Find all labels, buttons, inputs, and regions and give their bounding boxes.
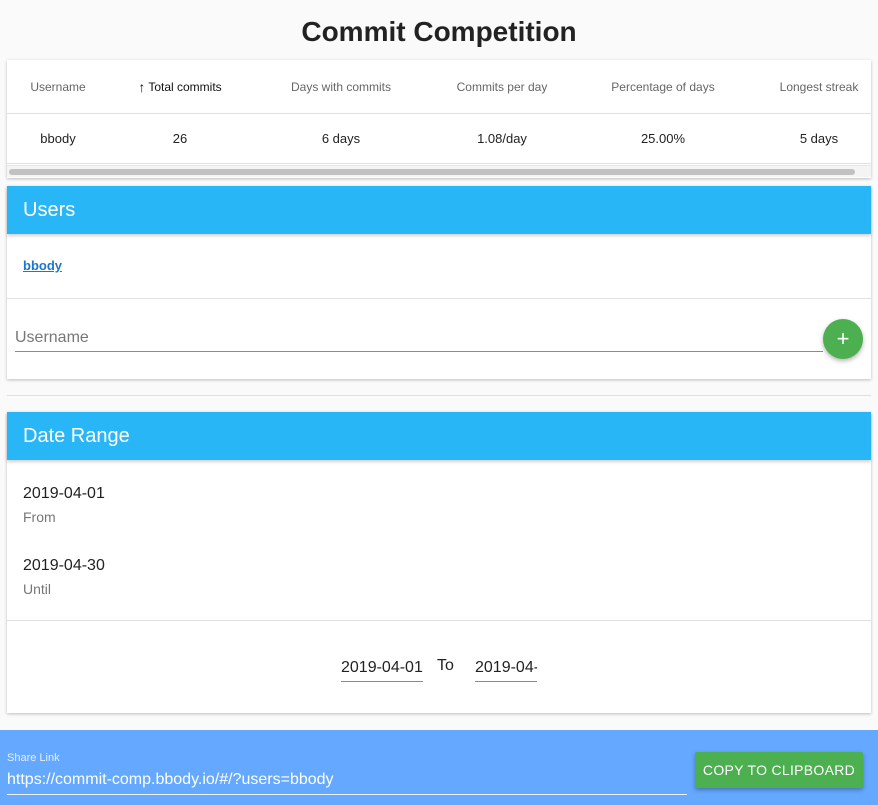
share-link-input[interactable] — [7, 766, 687, 795]
column-header-username[interactable]: Username — [7, 60, 109, 113]
column-header-days-with-commits[interactable]: Days with commits — [251, 60, 431, 113]
users-card: Users bbody + — [7, 186, 871, 379]
cell-days-with-commits: 6 days — [321, 131, 361, 146]
until-date-label: Until — [23, 581, 52, 597]
share-bar: Share Link COPY TO CLIPBOARD — [0, 730, 878, 805]
cell-percentage-of-days: 25.00% — [640, 131, 686, 146]
column-header-percentage-of-days[interactable]: Percentage of days — [573, 60, 753, 113]
stats-table: Username ↑ Total commits Days with commit… — [7, 60, 871, 178]
date-range-card: Date Range 2019-04-01 From 2019-04-30 Un… — [7, 412, 871, 713]
horizontal-scrollbar[interactable] — [7, 165, 871, 177]
plus-icon: + — [836, 326, 850, 351]
cell-total-commits: 26 — [172, 131, 188, 146]
divider — [7, 298, 871, 299]
sort-arrow-up-icon: ↑ — [138, 78, 146, 95]
add-user-button[interactable]: + — [823, 319, 863, 359]
from-date-label: From — [23, 509, 56, 525]
username-input[interactable] — [15, 324, 823, 352]
section-divider — [7, 395, 871, 396]
divider — [7, 620, 871, 621]
cell-longest-streak: 5 days — [799, 131, 839, 146]
users-header: Users — [7, 186, 871, 234]
page-title: Commit Competition — [301, 16, 577, 47]
copy-to-clipboard-button[interactable]: COPY TO CLIPBOARD — [695, 752, 863, 788]
until-date-value[interactable]: 2019-04-30 — [23, 557, 105, 575]
user-link-bbody[interactable]: bbody — [23, 258, 62, 273]
cell-username: bbody — [40, 131, 76, 146]
range-to-label: To — [437, 657, 454, 674]
date-range-header: Date Range — [7, 412, 871, 460]
column-header-commits-per-day[interactable]: Commits per day — [431, 60, 573, 113]
table-row: bbody 26 6 days 1.08/day 25.00% 5 days — [7, 114, 871, 164]
table-header-row: Username ↑ Total commits Days with commit… — [7, 60, 871, 114]
column-header-total-commits[interactable]: ↑ Total commits — [109, 60, 251, 113]
cell-commits-per-day: 1.08/day — [477, 131, 527, 146]
scrollbar-thumb[interactable] — [9, 169, 855, 175]
range-from-input[interactable] — [341, 654, 423, 682]
from-date-value[interactable]: 2019-04-01 — [23, 485, 105, 503]
column-header-longest-streak[interactable]: Longest streak — [753, 60, 871, 113]
range-to-input[interactable] — [475, 654, 537, 682]
share-link-label: Share Link — [7, 752, 60, 764]
